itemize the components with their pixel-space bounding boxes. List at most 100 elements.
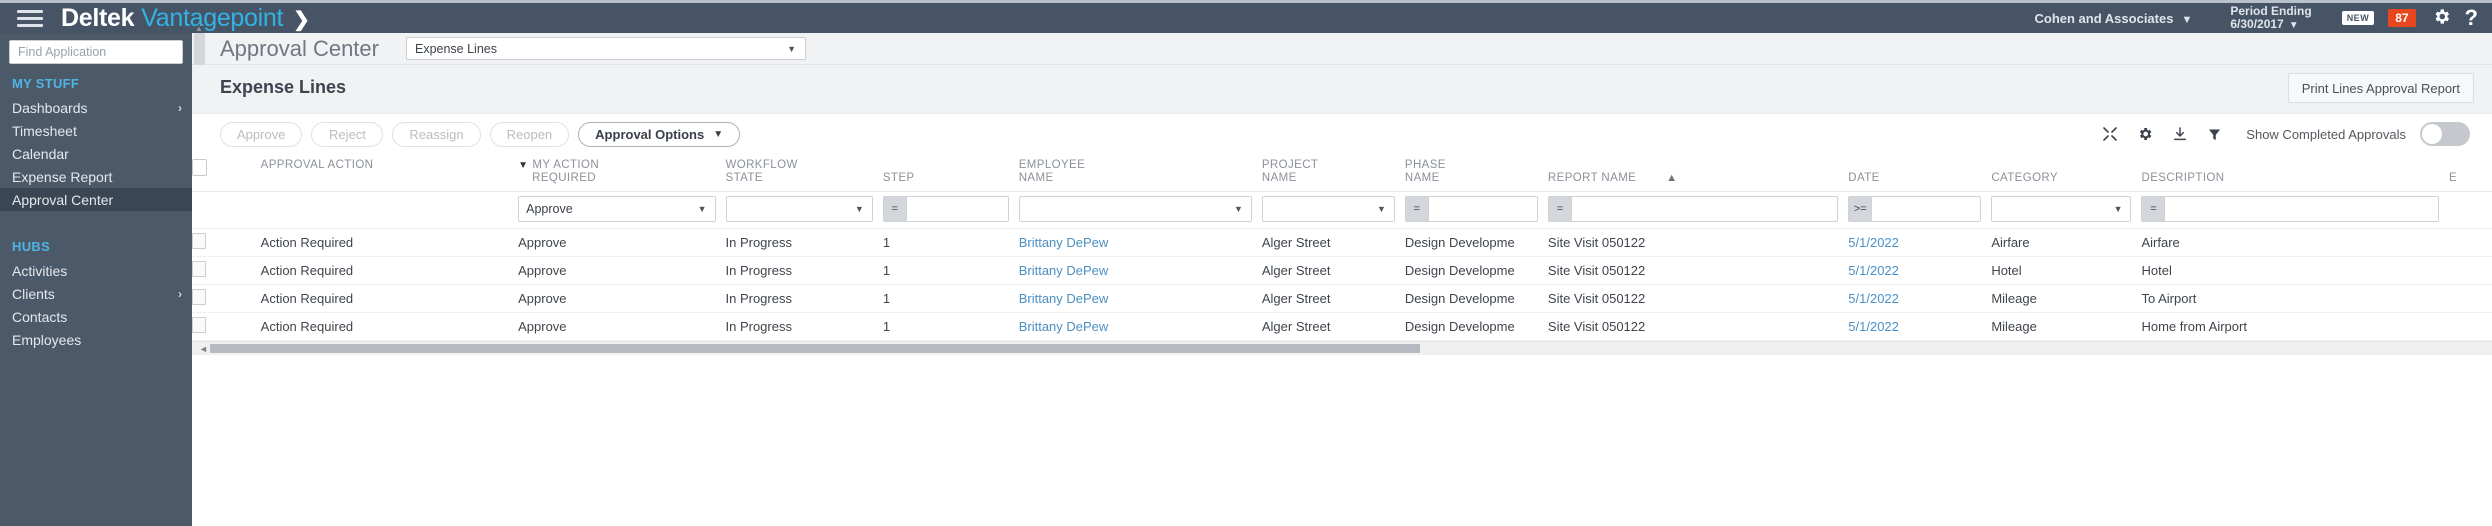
filter-operator[interactable]: = (1548, 197, 1572, 221)
sidebar-item-approval-center[interactable]: Approval Center (0, 188, 192, 211)
sidebar-item-employees[interactable]: Employees (0, 328, 192, 351)
table-row[interactable]: Action Required Approve In Progress 1 Br… (192, 228, 2492, 257)
download-icon[interactable] (2172, 126, 2188, 142)
expand-collapse-icon[interactable] (2102, 126, 2118, 142)
filter-cell-description[interactable]: = (2141, 191, 2449, 229)
sidebar-item-clients[interactable]: Clients › (0, 282, 192, 305)
approve-button[interactable]: Approve (220, 121, 303, 147)
cell-date[interactable]: 5/1/2022 (1848, 228, 1992, 257)
filter-operator[interactable]: = (1405, 197, 1429, 221)
select-all-checkbox[interactable] (192, 159, 207, 176)
filter-workflow-state-select[interactable]: ▼ (725, 196, 873, 222)
filter-cell-category[interactable]: ▼ (1991, 191, 2142, 229)
scrollbar-thumb[interactable] (210, 344, 1420, 353)
filter-category-select[interactable]: ▼ (1991, 196, 2132, 222)
sidebar-item-timesheet[interactable]: Timesheet (0, 119, 192, 142)
filter-step-input[interactable]: = (882, 196, 1009, 222)
table-row[interactable]: Action Required Approve In Progress 1 Br… (192, 284, 2492, 313)
gear-icon[interactable] (2137, 126, 2153, 142)
row-select-cell[interactable] (192, 284, 261, 313)
column-header-report-name[interactable]: REPORT NAME ▲ (1547, 154, 1849, 192)
row-checkbox[interactable] (192, 261, 206, 277)
cell-date[interactable]: 5/1/2022 (1848, 256, 1992, 285)
row-checkbox[interactable] (192, 233, 206, 249)
filter-cell-report-name[interactable]: = (1547, 191, 1849, 229)
approval-type-select[interactable]: Expense Lines ▼ (405, 37, 806, 60)
select-all-header[interactable] (192, 154, 261, 192)
column-header-category[interactable]: CATEGORY (1991, 154, 2142, 192)
column-label-line2: REQUIRED (532, 172, 597, 184)
brand-chevron-icon[interactable]: ❯ (293, 9, 310, 31)
reopen-button[interactable]: Reopen (489, 121, 570, 147)
sidebar-item-contacts[interactable]: Contacts (0, 305, 192, 328)
gear-icon[interactable] (2432, 7, 2451, 30)
company-selector[interactable]: Cohen and Associates ▼ (2035, 11, 2193, 26)
column-header-project-name[interactable]: PROJECT NAME (1261, 154, 1405, 192)
cell-date[interactable]: 5/1/2022 (1848, 312, 1992, 341)
filter-operator[interactable]: = (883, 197, 907, 221)
filter-date-input[interactable]: >= (1848, 196, 1982, 222)
cell-employee-name[interactable]: Brittany DePew (1018, 312, 1262, 341)
print-lines-approval-report-button[interactable]: Print Lines Approval Report (2287, 73, 2474, 103)
row-checkbox[interactable] (192, 289, 206, 305)
cell-extra (2449, 256, 2492, 285)
filter-cell-employee-name[interactable]: ▼ (1018, 191, 1262, 229)
filter-cell-date[interactable]: >= (1848, 191, 1992, 229)
filter-my-action-required-select[interactable]: Approve ▼ (518, 196, 716, 222)
chevron-down-icon: ▼ (787, 43, 796, 54)
column-header-employee-name[interactable]: EMPLOYEE NAME (1018, 154, 1262, 192)
new-badge[interactable]: NEW (2341, 11, 2375, 25)
sidebar-item-dashboards[interactable]: Dashboards › (0, 96, 192, 119)
reject-button[interactable]: Reject (311, 121, 384, 147)
sidebar-section-my-stuff: MY STUFF (12, 76, 80, 91)
column-header-description[interactable]: DESCRIPTION (2141, 154, 2449, 192)
row-select-cell[interactable] (192, 228, 261, 257)
table-row[interactable]: Action Required Approve In Progress 1 Br… (192, 256, 2492, 285)
column-label-line2: NAME (1018, 172, 1054, 184)
cell-date[interactable]: 5/1/2022 (1848, 284, 1992, 313)
notification-count-badge[interactable]: 87 (2388, 9, 2416, 27)
table-row[interactable]: Action Required Approve In Progress 1 Br… (192, 312, 2492, 341)
cell-my-action-required: Approve (518, 284, 726, 313)
filter-operator[interactable]: = (2142, 197, 2166, 221)
hamburger-icon[interactable] (17, 9, 43, 27)
filter-description-input[interactable]: = (2141, 196, 2439, 222)
filter-employee-name-select[interactable]: ▼ (1018, 196, 1252, 222)
approval-options-button[interactable]: Approval Options ▼ (578, 121, 741, 147)
filter-cell-my-action-required[interactable]: Approve ▼ (518, 191, 726, 229)
row-checkbox[interactable] (192, 317, 206, 333)
sidebar-item-calendar[interactable]: Calendar (0, 142, 192, 165)
sidebar-item-expense-report[interactable]: Expense Report (0, 165, 192, 188)
cell-employee-name[interactable]: Brittany DePew (1018, 284, 1262, 313)
reassign-button[interactable]: Reassign (392, 121, 481, 147)
sidebar-item-activities[interactable]: Activities (0, 259, 192, 282)
filter-cell-phase-name[interactable]: = (1404, 191, 1548, 229)
search-input[interactable]: Find Application (9, 40, 183, 64)
filter-operator[interactable]: >= (1849, 197, 1873, 221)
filter-project-name-select[interactable]: ▼ (1261, 196, 1395, 222)
help-icon[interactable]: ? (2465, 7, 2478, 29)
column-header-step[interactable]: STEP (882, 154, 1019, 192)
period-ending-selector[interactable]: Period Ending 6/30/2017 ▼ (2230, 4, 2311, 32)
cell-employee-name[interactable]: Brittany DePew (1018, 228, 1262, 257)
column-header-extra[interactable]: E (2449, 154, 2492, 192)
filter-phase-name-input[interactable]: = (1404, 196, 1538, 222)
row-select-cell[interactable] (192, 256, 261, 285)
column-header-phase-name[interactable]: PHASE NAME (1404, 154, 1548, 192)
cell-employee-name[interactable]: Brittany DePew (1018, 256, 1262, 285)
filter-cell-project-name[interactable]: ▼ (1261, 191, 1405, 229)
horizontal-scrollbar[interactable]: ◄ (192, 341, 2492, 355)
column-header-date[interactable]: DATE (1848, 154, 1992, 192)
scrollbar-track[interactable] (210, 344, 2474, 353)
column-header-my-action-required[interactable]: ▼ MY ACTION REQUIRED (518, 154, 726, 192)
column-header-approval-action[interactable]: APPROVAL ACTION (260, 154, 519, 192)
column-header-workflow-state[interactable]: WORKFLOW STATE (725, 154, 883, 192)
filter-report-name-input[interactable]: = (1547, 196, 1839, 222)
sidebar: Find Application MY STUFF Dashboards › T… (0, 33, 192, 526)
row-select-cell[interactable] (192, 312, 261, 341)
filter-cell-step[interactable]: = (882, 191, 1019, 229)
funnel-icon[interactable] (2207, 127, 2222, 142)
filter-cell-workflow-state[interactable]: ▼ (725, 191, 883, 229)
show-completed-approvals-toggle[interactable] (2420, 122, 2470, 146)
scroll-left-icon[interactable]: ◄ (199, 344, 208, 354)
